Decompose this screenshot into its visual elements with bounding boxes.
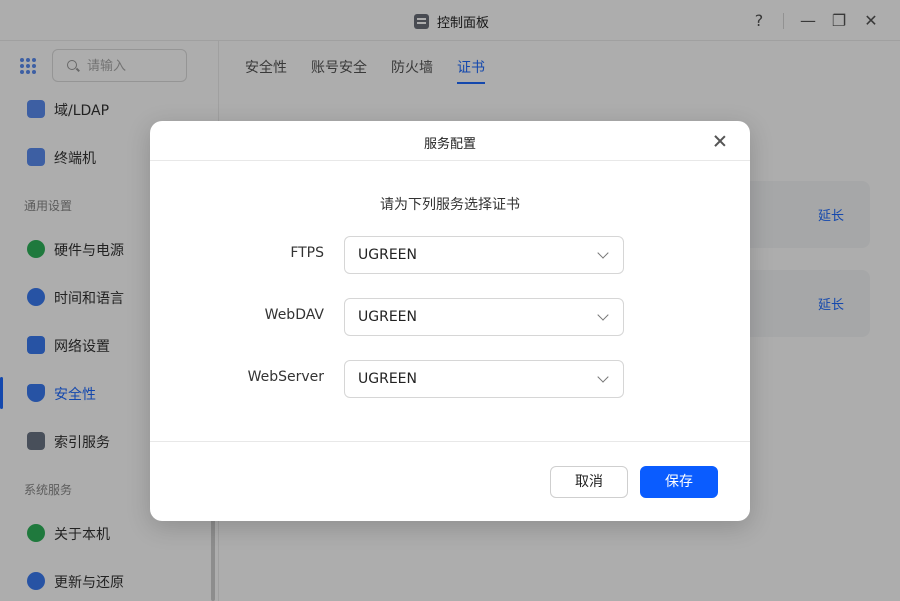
service-config-dialog: 服务配置 请为下列服务选择证书 FTPS UGREEN WebDAV UGREE… — [150, 121, 750, 521]
cancel-button[interactable]: 取消 — [550, 466, 628, 498]
webserver-certificate-select[interactable]: UGREEN — [344, 360, 624, 398]
select-value: UGREEN — [358, 309, 417, 325]
ftps-label: FTPS — [290, 245, 324, 261]
dialog-close-icon[interactable] — [712, 133, 728, 149]
webdav-certificate-select[interactable]: UGREEN — [344, 298, 624, 336]
chevron-down-icon — [597, 309, 609, 321]
save-button[interactable]: 保存 — [640, 466, 718, 498]
dialog-subtitle: 请为下列服务选择证书 — [380, 197, 520, 213]
dialog-divider — [150, 441, 750, 442]
dialog-title: 服务配置 — [423, 137, 476, 152]
webserver-label: WebServer — [247, 369, 324, 385]
chevron-down-icon — [597, 247, 609, 259]
ftps-certificate-select[interactable]: UGREEN — [344, 236, 624, 274]
dialog-header: 服务配置 — [150, 121, 750, 161]
chevron-down-icon — [597, 371, 609, 383]
webdav-label: WebDAV — [264, 307, 324, 323]
select-value: UGREEN — [358, 247, 417, 263]
select-value: UGREEN — [358, 371, 417, 387]
